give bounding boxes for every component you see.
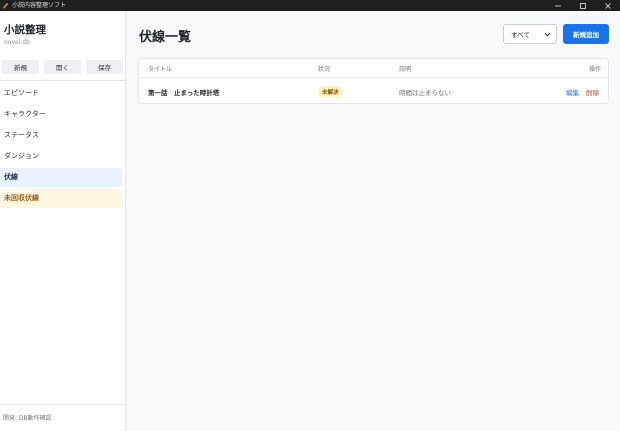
table-row: 第一話 止まった時計塔 未解決 時間は止まらない 編集 削除	[139, 79, 608, 104]
status-filter-select[interactable]: すべて	[503, 24, 557, 44]
table-header: タイトル 状況 説明 操作	[139, 59, 608, 78]
sidebar-footer: 開発: DB動作確認	[3, 415, 52, 422]
edit-link[interactable]: 編集	[566, 87, 579, 97]
page-title: 伏線一覧	[139, 30, 192, 45]
sidebar-item-characters[interactable]: キャラクター	[0, 104, 122, 123]
window-title: 小説内容整理ソフト	[12, 2, 67, 9]
file-buttons: 新規 開く 保存	[0, 60, 126, 74]
minimize-icon[interactable]	[545, 0, 570, 11]
app-title: 小説整理	[4, 24, 46, 36]
sidebar-nav: エピソード キャラクター ステータス ダンジョン 伏線 未回収伏線	[0, 83, 122, 210]
open-button[interactable]: 開く	[44, 60, 81, 74]
header-actions: 操作	[589, 66, 602, 73]
sidebar: 小説整理 novel.db 新規 開く 保存 エピソード キャラクター ステータ…	[0, 11, 126, 431]
sidebar-item-episodes[interactable]: エピソード	[0, 83, 122, 102]
save-button[interactable]: 保存	[86, 60, 123, 74]
window-controls	[545, 0, 620, 11]
main-content: 伏線一覧 すべて 新規追加 タイトル 状況 説明 操作 第一話 止まった時計塔 …	[126, 11, 620, 431]
maximize-icon[interactable]	[570, 0, 595, 11]
sidebar-item-unresolved-foreshadowing[interactable]: 未回収伏線	[0, 188, 122, 208]
header-title: タイトル	[148, 66, 173, 73]
add-new-button[interactable]: 新規追加	[563, 24, 609, 44]
row-title: 第一話 止まった時計塔	[148, 89, 220, 97]
db-file-name: novel.db	[4, 39, 30, 46]
window-titlebar: 小説内容整理ソフト	[0, 0, 620, 11]
row-description: 時間は止まらない	[399, 89, 451, 97]
chevron-down-icon	[544, 31, 551, 40]
header-description: 説明	[399, 66, 412, 73]
sidebar-divider	[0, 80, 125, 81]
close-icon[interactable]	[595, 0, 620, 11]
new-button[interactable]: 新規	[2, 60, 39, 74]
sidebar-footer-divider	[0, 404, 125, 405]
delete-link[interactable]: 削除	[586, 87, 599, 97]
sidebar-item-foreshadowing[interactable]: 伏線	[0, 167, 122, 187]
status-badge: 未解決	[318, 86, 343, 97]
filter-selected-value: すべて	[511, 31, 530, 39]
header-status: 状況	[318, 66, 331, 73]
foreshadowing-table: タイトル 状況 説明 操作 第一話 止まった時計塔 未解決 時間は止まらない 編…	[138, 58, 609, 104]
sidebar-item-status[interactable]: ステータス	[0, 125, 122, 144]
app-icon	[2, 2, 9, 9]
sidebar-item-dungeons[interactable]: ダンジョン	[0, 147, 122, 166]
